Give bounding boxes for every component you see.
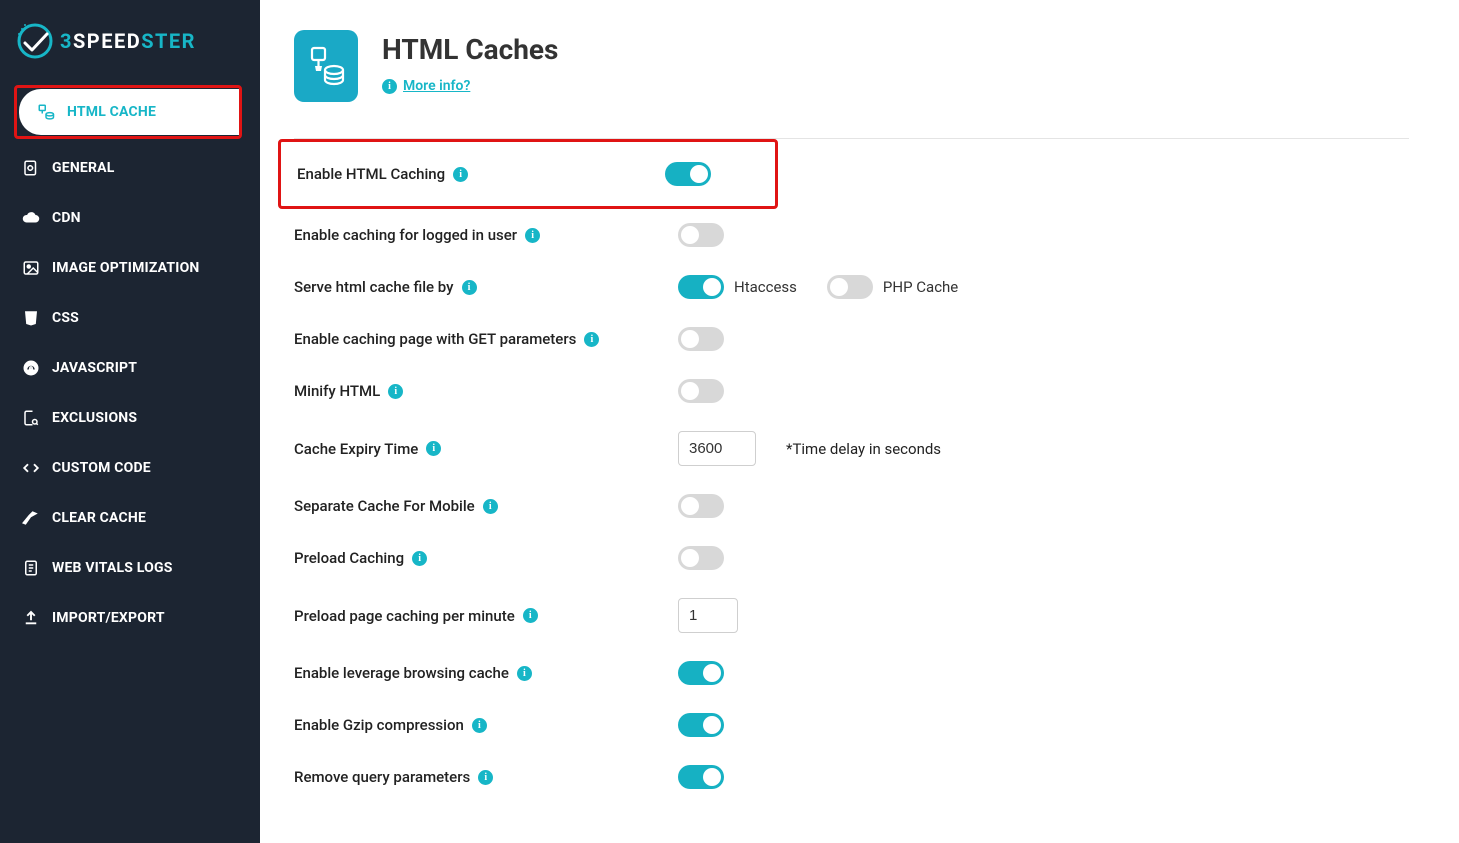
sidebar-item-html-cache[interactable]: HTML CACHE — [19, 89, 239, 135]
info-icon[interactable]: i — [462, 280, 477, 295]
info-icon[interactable]: i — [483, 499, 498, 514]
input-cache-expiry[interactable] — [678, 431, 756, 466]
sidebar-item-image-optimization[interactable]: IMAGE OPTIMIZATION — [0, 243, 260, 293]
page-brush-db-icon — [294, 30, 358, 102]
label-remove-query: Remove query parameters — [294, 768, 470, 786]
more-info-link[interactable]: i More info? — [382, 78, 470, 94]
label-serve-by: Serve html cache file by — [294, 278, 454, 296]
sidebar-item-exclusions[interactable]: EXCLUSIONS — [0, 393, 260, 443]
toggle-separate-mobile[interactable] — [678, 494, 724, 518]
toggle-leverage-browser[interactable] — [678, 661, 724, 685]
label-gzip: Enable Gzip compression — [294, 716, 464, 734]
cloud-icon — [22, 209, 40, 227]
sidebar-item-custom-code[interactable]: CUSTOM CODE — [0, 443, 260, 493]
info-icon[interactable]: i — [478, 770, 493, 785]
label-preload-per-minute: Preload page caching per minute — [294, 607, 515, 625]
css-shield-icon — [22, 309, 40, 327]
input-preload-per-minute[interactable] — [678, 598, 738, 633]
row-enable-logged-in: Enable caching for logged in user i — [294, 209, 1409, 261]
settings-form: Enable HTML Caching i Enable caching for… — [294, 139, 1409, 803]
info-icon[interactable]: i — [426, 441, 441, 456]
file-lines-icon — [22, 559, 40, 577]
sidebar-item-label: HTML CACHE — [67, 104, 156, 120]
info-icon[interactable]: i — [453, 167, 468, 182]
row-minify-html: Minify HTML i — [294, 365, 1409, 417]
sidebar-item-cdn[interactable]: CDN — [0, 193, 260, 243]
toggle-remove-query[interactable] — [678, 765, 724, 789]
info-icon[interactable]: i — [472, 718, 487, 733]
info-icon[interactable]: i — [523, 608, 538, 623]
sidebar-item-label: JAVASCRIPT — [52, 360, 137, 376]
hint-cache-expiry: *Time delay in seconds — [786, 440, 941, 458]
main-content: HTML Caches i More info? Enable HTML Cac… — [260, 0, 1459, 843]
upload-icon — [22, 609, 40, 627]
toggle-minify-html[interactable] — [678, 379, 724, 403]
row-remove-query: Remove query parameters i — [294, 751, 1409, 803]
label-leverage-browser: Enable leverage browsing cache — [294, 664, 509, 682]
sidebar-item-label: EXCLUSIONS — [52, 410, 137, 426]
sidebar-item-label: CSS — [52, 310, 79, 326]
broom-icon — [22, 509, 40, 527]
sidebar-item-label: CDN — [52, 210, 81, 226]
sidebar-item-javascript[interactable]: JAVASCRIPT — [0, 343, 260, 393]
label-minify-html: Minify HTML — [294, 382, 380, 400]
label-cache-expiry: Cache Expiry Time — [294, 440, 418, 458]
brand-wordmark: 3SPEEDSTER — [62, 29, 196, 53]
sidebar-item-general[interactable]: GENERAL — [0, 143, 260, 193]
info-icon[interactable]: i — [525, 228, 540, 243]
label-enable-logged-in: Enable caching for logged in user — [294, 226, 517, 244]
sidebar-item-label: IMPORT/EXPORT — [52, 610, 165, 626]
row-preload-per-minute: Preload page caching per minute i — [294, 584, 1409, 647]
brush-db-icon — [37, 103, 55, 121]
label-htaccess: Htaccess — [734, 278, 797, 296]
info-icon[interactable]: i — [584, 332, 599, 347]
label-enable-html-caching: Enable HTML Caching — [297, 165, 445, 183]
label-separate-mobile: Separate Cache For Mobile — [294, 497, 475, 515]
sidebar-item-web-vitals-logs[interactable]: WEB VITALS LOGS — [0, 543, 260, 593]
info-icon: i — [382, 79, 397, 94]
info-icon[interactable]: i — [517, 666, 532, 681]
info-icon[interactable]: i — [412, 551, 427, 566]
brand-mark-icon — [14, 20, 56, 62]
sidebar-item-label: IMAGE OPTIMIZATION — [52, 260, 200, 276]
page-title: HTML Caches — [382, 33, 558, 66]
page-header: HTML Caches i More info? — [294, 30, 1409, 102]
more-info-label: More info? — [403, 78, 470, 94]
active-highlight-box: HTML CACHE — [14, 85, 242, 139]
sidebar-item-label: WEB VITALS LOGS — [52, 560, 173, 576]
toggle-serve-php[interactable] — [827, 275, 873, 299]
toggle-enable-get-params[interactable] — [678, 327, 724, 351]
toggle-preload-caching[interactable] — [678, 546, 724, 570]
sidebar: 3SPEEDSTER HTML CACHE — [0, 0, 260, 843]
sidebar-item-label: CLEAR CACHE — [52, 510, 146, 526]
row-leverage-browser: Enable leverage browsing cache i — [294, 647, 1409, 699]
row-serve-by: Serve html cache file by i Htaccess PHP … — [294, 261, 1409, 313]
row-enable-html-caching: Enable HTML Caching i — [278, 139, 778, 209]
row-enable-get-params: Enable caching page with GET parameters … — [294, 313, 1409, 365]
toggle-enable-html-caching[interactable] — [665, 162, 711, 186]
sidebar-item-label: GENERAL — [52, 160, 115, 176]
file-search-icon — [22, 409, 40, 427]
sidebar-item-label: CUSTOM CODE — [52, 460, 151, 476]
toggle-serve-htaccess[interactable] — [678, 275, 724, 299]
label-php-cache: PHP Cache — [883, 278, 958, 296]
code-icon — [22, 459, 40, 477]
sidebar-item-clear-cache[interactable]: CLEAR CACHE — [0, 493, 260, 543]
sidebar-item-import-export[interactable]: IMPORT/EXPORT — [0, 593, 260, 643]
sidebar-nav: HTML CACHE GENERAL CDN IMAGE OPTIMI — [0, 80, 260, 663]
image-icon — [22, 259, 40, 277]
label-enable-get-params: Enable caching page with GET parameters — [294, 330, 576, 348]
row-gzip: Enable Gzip compression i — [294, 699, 1409, 751]
row-separate-mobile: Separate Cache For Mobile i — [294, 480, 1409, 532]
toggle-gzip[interactable] — [678, 713, 724, 737]
row-preload-caching: Preload Caching i — [294, 532, 1409, 584]
document-gear-icon — [22, 159, 40, 177]
info-icon[interactable]: i — [388, 384, 403, 399]
toggle-enable-logged-in[interactable] — [678, 223, 724, 247]
brand-logo: 3SPEEDSTER — [0, 0, 260, 80]
label-preload-caching: Preload Caching — [294, 549, 404, 567]
dashboard-icon — [22, 359, 40, 377]
row-cache-expiry: Cache Expiry Time i *Time delay in secon… — [294, 417, 1409, 480]
sidebar-item-css[interactable]: CSS — [0, 293, 260, 343]
